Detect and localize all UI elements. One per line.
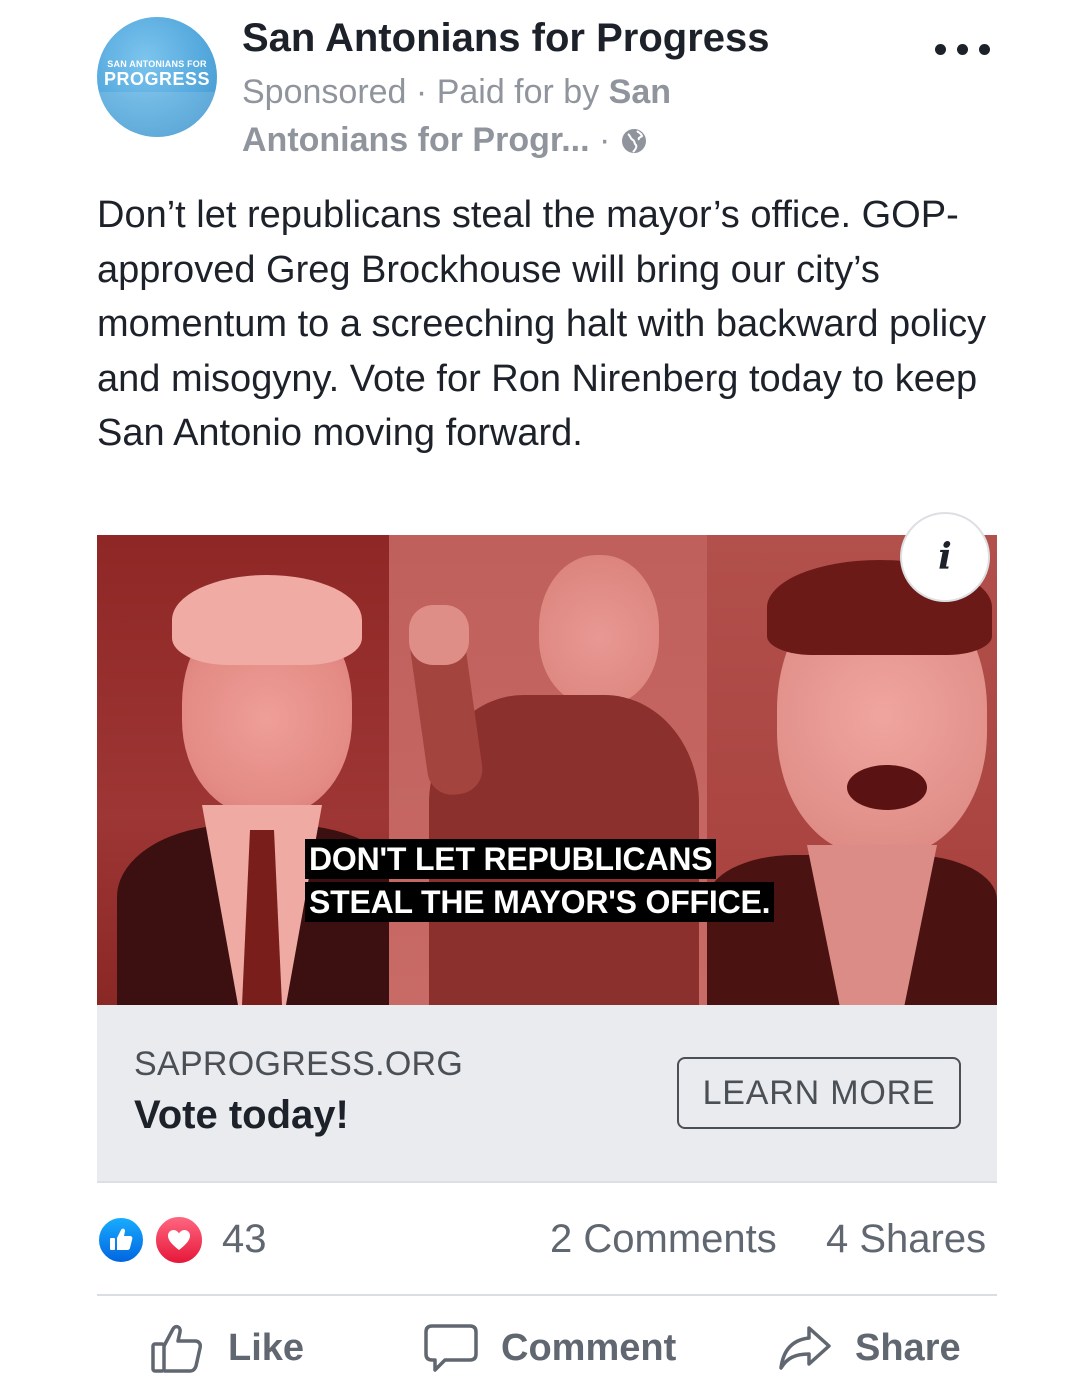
- image-panel-middle: [389, 535, 707, 1005]
- avatar-background: [97, 92, 217, 137]
- thumbs-up-outline-icon: [151, 1324, 202, 1373]
- comment-bubble-icon: [424, 1324, 478, 1372]
- dot-icon: [935, 44, 946, 55]
- post-body-text: Don’t let republicans steal the mayor’s …: [97, 194, 987, 454]
- comment-button[interactable]: Comment: [423, 1320, 676, 1376]
- portrait-mouth-right: [847, 765, 927, 810]
- globe-icon: [621, 129, 646, 153]
- heart-icon: [168, 1230, 190, 1250]
- shares-count-link[interactable]: 4 Shares: [826, 1217, 986, 1262]
- portrait-fist-middle: [409, 605, 469, 665]
- comments-count-link[interactable]: 2 Comments: [550, 1217, 777, 1262]
- portrait-hair-left: [172, 575, 362, 665]
- ad-image[interactable]: [97, 535, 997, 1005]
- meta-separator: ·: [406, 73, 437, 111]
- ad-image-caption: DON'T LET REPUBLICANS STEAL THE MAYOR'S …: [305, 839, 865, 925]
- caption-line-1: DON'T LET REPUBLICANS: [305, 839, 717, 879]
- share-button-label: Share: [855, 1326, 961, 1369]
- sponsored-label: Sponsored: [242, 73, 407, 111]
- thumbs-up-icon: [110, 1228, 133, 1250]
- image-panel-right: [707, 535, 997, 1005]
- paid-for-by-label: Paid for by: [436, 73, 609, 111]
- reactions-count[interactable]: 43: [222, 1217, 267, 1262]
- link-domain: SAPROGRESS.ORG: [134, 1045, 464, 1083]
- like-reaction-icon[interactable]: [96, 1215, 146, 1265]
- post-meta: Sponsored · Paid for by San Antonians fo…: [242, 68, 802, 164]
- page-avatar[interactable]: SAN ANTONIANS FOR PROGRESS: [97, 17, 217, 137]
- avatar-text-top: SAN ANTONIANS FOR: [107, 59, 207, 69]
- avatar-text-main: PROGRESS: [103, 69, 211, 89]
- comment-button-label: Comment: [501, 1326, 677, 1369]
- ad-info-icon[interactable]: i: [900, 512, 990, 602]
- link-headline[interactable]: Vote today!: [134, 1093, 349, 1138]
- learn-more-button[interactable]: LEARN MORE: [677, 1057, 961, 1129]
- more-options-icon[interactable]: [935, 36, 991, 66]
- share-arrow-icon: [779, 1326, 831, 1370]
- portrait-head-middle: [539, 555, 659, 705]
- meta-separator-2: ·: [589, 121, 620, 159]
- caption-line-2: STEAL THE MAYOR'S OFFICE.: [305, 882, 775, 922]
- actions-divider: [97, 1294, 997, 1296]
- like-button[interactable]: Like: [150, 1320, 304, 1376]
- dot-icon: [957, 44, 968, 55]
- like-button-label: Like: [228, 1326, 305, 1369]
- dot-icon: [979, 44, 990, 55]
- image-panel-left: [97, 535, 407, 1005]
- love-reaction-icon[interactable]: [153, 1214, 205, 1266]
- page-name-link[interactable]: San Antonians for Progress: [242, 16, 770, 61]
- share-button[interactable]: Share: [777, 1320, 961, 1376]
